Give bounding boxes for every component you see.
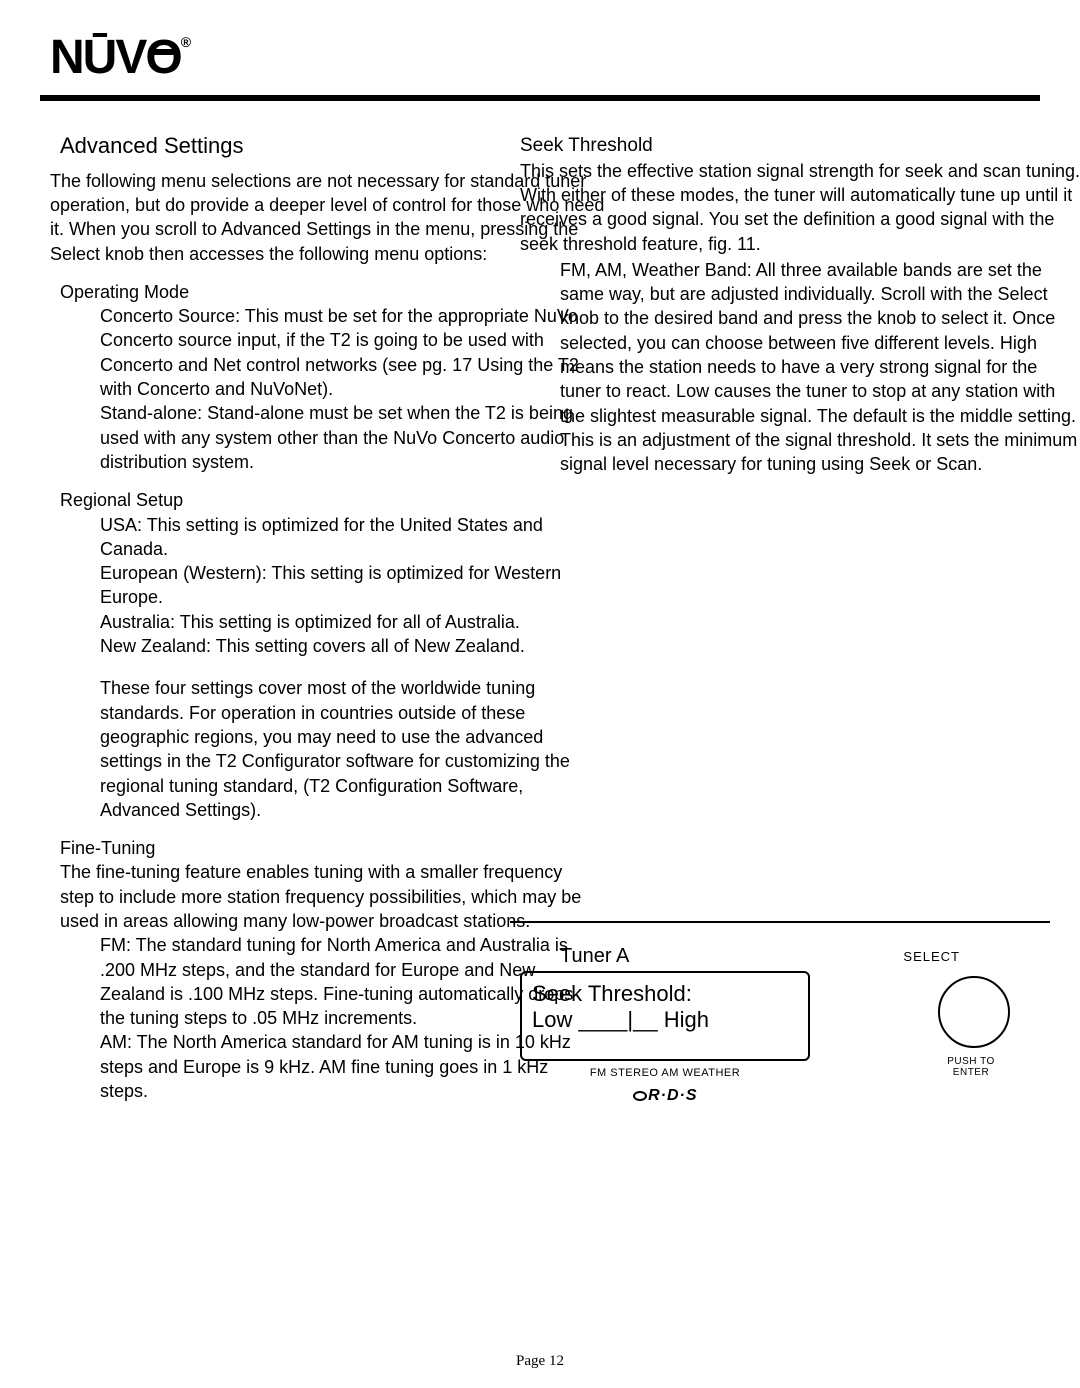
panel-top-edge [510,921,1050,923]
reg-nz: New Zealand: This setting covers all of … [100,634,580,658]
lcd-line-2: Low ____|__ High [532,1007,798,1033]
reg-eu: European (Western): This setting is opti… [100,561,580,610]
tuner-label: Tuner A [560,943,629,970]
page-number: Page 12 [0,1353,1080,1370]
select-label: SELECT [903,948,960,966]
logo-area: NŪVO® [0,0,1080,85]
lcd-line-1: Seek Threshold: [532,981,798,1007]
rds-logo: R·D·S [648,1087,697,1104]
lcd-sublabels: FM STEREO AM WEATHER R·D·S [520,1066,810,1106]
heading-seek-threshold: Seek Threshold [520,133,1080,159]
heading-advanced-settings: Advanced Settings [60,131,580,161]
lcd-band-labels: FM STEREO AM WEATHER [520,1066,810,1081]
op-concerto: Concerto Source: This must be set for th… [100,304,580,401]
op-standalone: Stand-alone: Stand-alone must be set whe… [100,401,580,474]
heading-regional-setup: Regional Setup [60,488,580,512]
right-column: Seek Threshold This sets the effective s… [520,133,1080,477]
brand-logo: NŪVO® [50,30,189,85]
lcd-display: Seek Threshold: Low ____|__ High [520,971,810,1061]
seek-para-2: FM, AM, Weather Band: All three availabl… [560,258,1080,477]
heading-fine-tuning: Fine-Tuning [60,836,580,860]
rds-eye-icon [633,1091,647,1101]
seek-para-1: This sets the effective station signal s… [520,159,1080,256]
reg-paragraph: These four settings cover most of the wo… [100,676,580,822]
reg-usa: USA: This setting is optimized for the U… [100,513,580,562]
reg-au: Australia: This setting is optimized for… [100,610,580,634]
heading-operating-mode: Operating Mode [60,280,580,304]
figure-11-panel: Tuner A SELECT Seek Threshold: Low ____|… [490,921,1030,1141]
knob-label: PUSH TO ENTER [926,1056,1016,1078]
select-knob[interactable] [938,976,1010,1048]
